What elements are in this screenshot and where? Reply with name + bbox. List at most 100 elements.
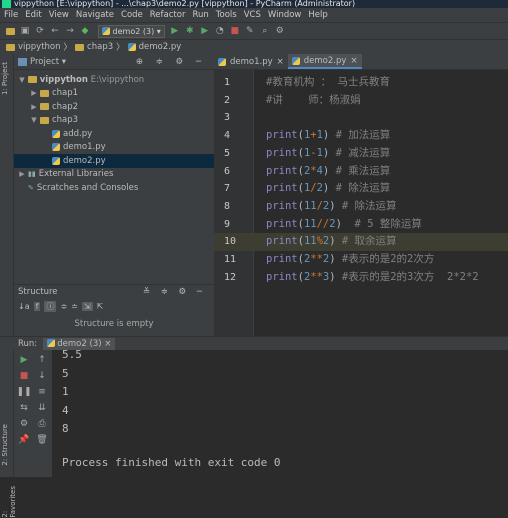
stop-icon[interactable]: ■ (229, 25, 241, 37)
menu-item-navigate[interactable]: Navigate (76, 10, 114, 20)
code-editor[interactable]: #教育机构 ： 马士兵教育 #讲 师：杨淑娟 print(1+1) # 加法运算 pr… (254, 70, 508, 336)
soft-wrap-icon[interactable]: ≡ (36, 386, 48, 398)
tree-item-chap2[interactable]: ▶ chap2 (14, 100, 214, 114)
menu-item-tools[interactable]: Tools (216, 10, 237, 20)
back-icon[interactable]: ← (49, 25, 61, 37)
build-icon[interactable]: ◆ (79, 25, 91, 37)
show-inherited-icon[interactable]: ⓘ (44, 300, 57, 312)
editor-tab-label: demo2.py (303, 55, 347, 66)
window-title: vippython [E:\vippython] - ...\chap3\dem… (14, 0, 356, 8)
rerun-icon[interactable]: ▶ (18, 354, 30, 366)
menu-item-file[interactable]: File (4, 10, 18, 20)
sort-alpha-icon[interactable]: ↓a (18, 302, 30, 311)
pin-icon[interactable]: 📌 (18, 434, 30, 446)
console-output-line: 5.5 (62, 348, 82, 361)
console-exit-message: Process finished with exit code 0 (62, 456, 281, 469)
editor-tab-demo1-py[interactable]: demo1.py × (214, 54, 288, 69)
structure-panel: Structure ≚ ≑ ⚙ ─ ↓a f ⓘ ≑ ≐ ⇲ ⇱ Structure is e… (14, 284, 214, 336)
code-token: # 除法运算 (335, 199, 397, 212)
tree-item-add-py[interactable]: add.py (14, 127, 214, 141)
pycharm-logo-icon (2, 0, 11, 8)
menu-item-code[interactable]: Code (121, 10, 143, 20)
code-token: ** (310, 253, 323, 265)
debug-icon[interactable]: ✱ (184, 25, 196, 37)
python-file-icon (46, 339, 55, 347)
print-icon[interactable]: ⎙ (36, 418, 48, 430)
tree-item-label: chap2 (52, 101, 79, 112)
tree-item-demo1-py[interactable]: demo1.py (14, 141, 214, 155)
menu-item-refactor[interactable]: Refactor (150, 10, 186, 20)
scroll-end-icon[interactable]: ⇊ (36, 402, 48, 414)
settings-icon[interactable]: ⚙ (18, 418, 30, 430)
scratches-and-consoles[interactable]: ✎ Scratches and Consoles (14, 181, 214, 195)
search-icon[interactable]: ⌕ (259, 25, 271, 37)
code-token: # 除法运算 (329, 182, 391, 195)
show-fields-icon[interactable]: f (33, 301, 41, 311)
menu-item-edit[interactable]: Edit (25, 10, 41, 20)
delete-icon[interactable]: 🗑 (36, 434, 48, 446)
coverage-icon[interactable]: ▶ (199, 25, 211, 37)
external-libraries[interactable]: ▶ ▮▮ External Libraries (14, 168, 214, 182)
expand-icon[interactable]: ≑ (60, 302, 67, 311)
code-line: print(2*4) # 乘法运算 (254, 163, 508, 181)
tree-item-chap1[interactable]: ▶ chap1 (14, 87, 214, 101)
project-panel-title[interactable]: Project (30, 57, 59, 67)
run-toolbar: ▶ ↑ ■ ↓ ❚❚ ≡ ⇆ ⇊ ⚙ ⎙ 📌 🗑 (14, 350, 52, 477)
profile-icon[interactable]: ◔ (214, 25, 226, 37)
code-token: print (266, 182, 298, 195)
code-line: print(11/2) # 除法运算 (254, 198, 508, 216)
favorites-side-tab[interactable]: 2: Favorites (1, 486, 17, 518)
collapse-icon[interactable]: ≐ (71, 302, 78, 311)
code-token: #表示的是2的3次方 2*2*2 (335, 270, 479, 283)
title-bar: vippython [E:\vippython] - ...\chap3\dem… (0, 0, 508, 8)
settings-icon[interactable]: ⚙ (274, 25, 286, 37)
code-token: print (266, 217, 298, 230)
menu-item-view[interactable]: View (49, 10, 69, 20)
autoscroll-to-icon[interactable]: ⇲ (81, 301, 93, 311)
stop-run-icon[interactable]: ■ (18, 370, 30, 382)
project-side-tab[interactable]: 1: Project (1, 62, 9, 95)
wrench-icon[interactable]: ✎ (244, 25, 256, 37)
code-token: 11 (303, 235, 317, 248)
panel-actions[interactable]: ⊕ ≑ ⚙ ─ (136, 57, 206, 67)
run-icon[interactable]: ▶ (169, 25, 181, 37)
forward-icon[interactable]: → (64, 25, 76, 37)
close-tab-icon[interactable]: × (277, 57, 284, 67)
breadcrumb-root[interactable]: vippython (18, 42, 61, 52)
sync-icon[interactable]: ⟳ (34, 25, 46, 37)
save-icon[interactable]: ▣ (19, 25, 31, 37)
tree-root[interactable]: ▼ vippython E:\vippython (14, 73, 214, 87)
menu-item-help[interactable]: Help (308, 10, 327, 20)
code-token: #讲 师：杨淑娟 (266, 93, 361, 106)
open-folder-icon[interactable] (4, 25, 16, 37)
autoscroll-from-icon[interactable]: ⇱ (97, 302, 104, 311)
structure-actions[interactable]: ≚ ≑ ⚙ ─ (143, 287, 206, 297)
tree-item-chap3[interactable]: ▼ chap3 (14, 114, 214, 128)
code-token: print (266, 146, 298, 159)
breadcrumb-folder[interactable]: chap3 (87, 42, 113, 52)
console-output-line: 1 (62, 385, 69, 398)
close-tab-icon[interactable]: × (350, 56, 357, 66)
code-line: print(11//2) # 5 整除运算 (254, 216, 508, 234)
menu-item-vcs[interactable]: VCS (244, 10, 261, 20)
scroll-up-icon[interactable]: ↑ (36, 354, 48, 366)
code-token: print (266, 270, 298, 283)
tree-item-label: chap3 (52, 115, 79, 126)
pause-icon[interactable]: ❚❚ (16, 386, 31, 398)
editor-tab-demo2-py[interactable]: demo2.py × (287, 54, 362, 69)
breadcrumb-file[interactable]: demo2.py (139, 42, 182, 52)
menu-item-run[interactable]: Run (192, 10, 208, 20)
structure-side-tab[interactable]: 2: Structure (1, 424, 9, 466)
folder-icon (40, 89, 49, 97)
menu-item-window[interactable]: Window (268, 10, 302, 20)
editor-tabs: demo1.py × demo2.py × (214, 54, 508, 70)
code-line: print(2**3) #表示的是2的3次方 2*2*2 (254, 269, 508, 287)
run-config-select[interactable]: demo2 (3) ▾ (98, 24, 165, 38)
python-file-icon (102, 27, 110, 35)
line-number: 12 (224, 271, 237, 283)
scroll-down-icon[interactable]: ↓ (36, 370, 48, 382)
line-number: 9 (224, 218, 231, 230)
run-console[interactable]: 5.5 5 1 4 8 Process finished with exit code 0 (52, 348, 508, 477)
restore-layout-icon[interactable]: ⇆ (18, 402, 30, 414)
tree-item-demo2-py[interactable]: demo2.py (14, 154, 214, 168)
